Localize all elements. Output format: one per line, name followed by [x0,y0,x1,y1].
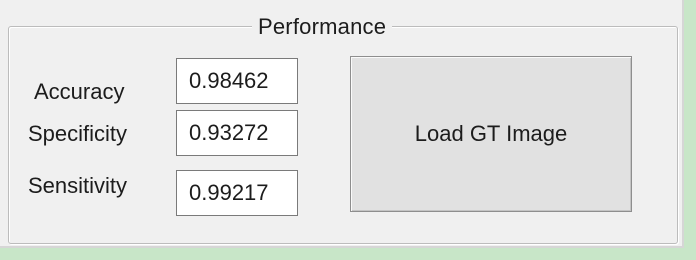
specificity-field[interactable]: 0.93272 [176,110,298,156]
group-title: Performance [252,16,393,38]
sensitivity-field[interactable]: 0.99217 [176,170,298,216]
specificity-label: Specificity [28,121,128,146]
load-gt-image-button[interactable]: Load GT Image [350,56,632,212]
accuracy-label: Accuracy [34,79,125,104]
performance-panel: Performance Accuracy 0.98462 Specificity… [0,0,684,248]
accuracy-field[interactable]: 0.98462 [176,58,298,104]
sensitivity-label: Sensitivity [28,173,128,198]
